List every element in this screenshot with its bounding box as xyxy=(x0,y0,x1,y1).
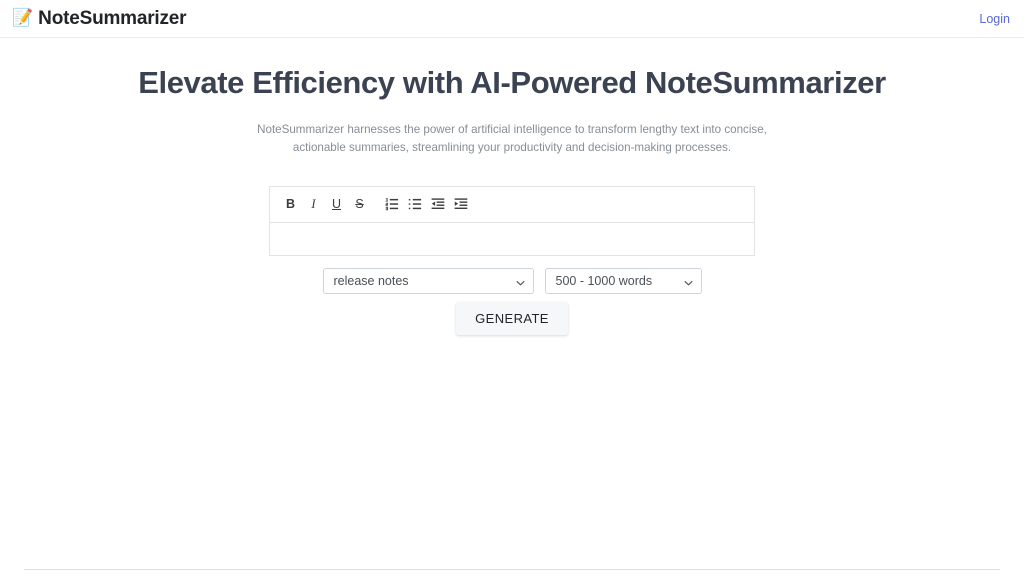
controls-row: release notes 500 - 1000 words xyxy=(269,267,755,294)
page-title: Elevate Efficiency with AI-Powered NoteS… xyxy=(138,65,886,100)
memo-icon: 📝 xyxy=(12,8,34,27)
chevron-down-icon xyxy=(684,276,693,286)
unordered-list-icon xyxy=(408,197,422,211)
strikethrough-icon: S xyxy=(355,196,364,211)
strikethrough-button[interactable]: S xyxy=(348,193,371,216)
summary-type-select[interactable]: release notes xyxy=(322,267,534,294)
brand-name: NoteSummarizer xyxy=(38,7,187,29)
top-navbar: 📝 NoteSummarizer Login xyxy=(0,0,1024,38)
outdent-button[interactable] xyxy=(426,193,449,216)
page-subtitle: NoteSummarizer harnesses the power of ar… xyxy=(257,122,767,154)
summary-type-value: release notes xyxy=(333,273,409,288)
unordered-list-button[interactable] xyxy=(403,193,426,216)
hero-section: Elevate Efficiency with AI-Powered NoteS… xyxy=(0,38,1024,157)
italic-icon: I xyxy=(311,196,316,211)
brand-link[interactable]: 📝 NoteSummarizer xyxy=(12,7,187,30)
bold-icon: B xyxy=(285,196,296,211)
indent-icon xyxy=(454,197,468,211)
italic-button[interactable]: I xyxy=(302,193,325,216)
ordered-list-icon xyxy=(385,197,399,211)
bold-button[interactable]: B xyxy=(279,193,302,216)
chevron-down-icon xyxy=(516,276,525,286)
underline-button[interactable]: U xyxy=(325,193,348,216)
editor-wrapper: B I U S release notes 500 - 1000 words G… xyxy=(269,185,755,335)
outdent-icon xyxy=(431,197,445,211)
editor-toolbar: B I U S xyxy=(270,187,754,223)
underline-icon: U xyxy=(331,196,342,211)
indent-button[interactable] xyxy=(449,193,472,216)
editor-content-area[interactable] xyxy=(270,222,754,255)
rich-text-editor: B I U S xyxy=(269,185,755,256)
generate-button[interactable]: GENERATE xyxy=(456,301,568,335)
summary-length-value: 500 - 1000 words xyxy=(555,273,653,288)
summary-length-select[interactable]: 500 - 1000 words xyxy=(544,267,702,294)
ordered-list-button[interactable] xyxy=(380,193,403,216)
generate-row: GENERATE xyxy=(269,301,755,335)
footer-divider xyxy=(24,569,1000,570)
login-link[interactable]: Login xyxy=(979,12,1010,26)
